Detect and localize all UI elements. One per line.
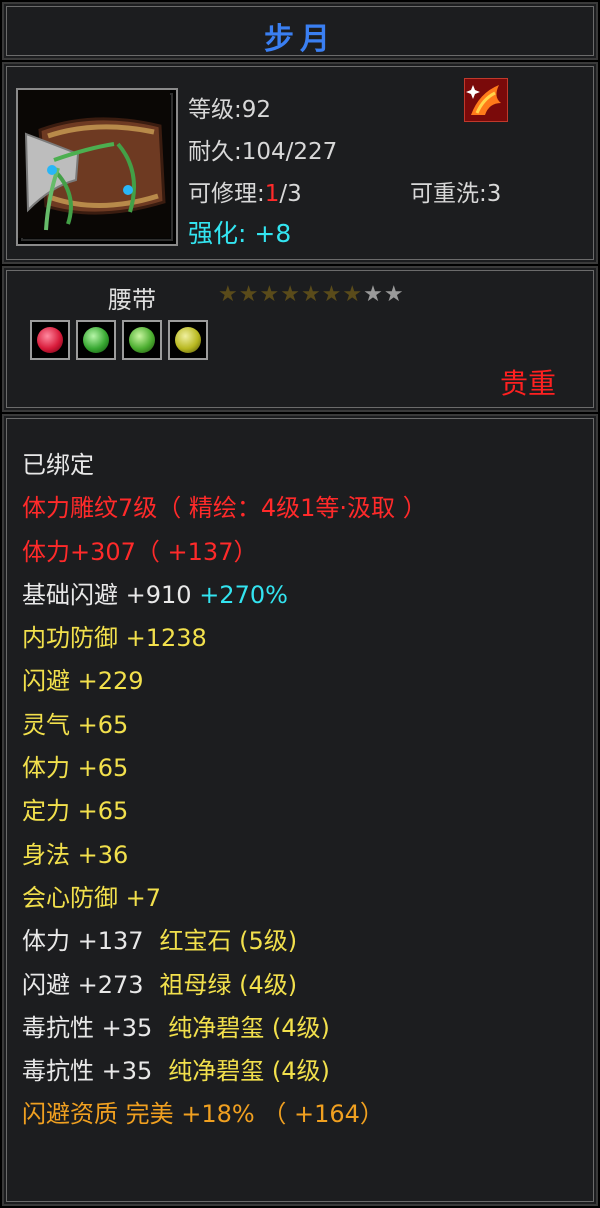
- gem-attribute-line: 毒抗性 +35 纯净碧玺 (4级): [22, 1007, 427, 1050]
- gem-slots: [30, 320, 208, 360]
- repair-label: 可修理: [188, 181, 257, 207]
- green-gem-icon: [83, 327, 109, 353]
- green-gem-icon: [129, 327, 155, 353]
- attribute-line: 定力 +65: [22, 797, 129, 826]
- engraving-line: 体力雕纹7级（ 精绘：4级1等·汲取 ）: [22, 494, 427, 523]
- repair-current: 1: [264, 181, 280, 207]
- attribute-line: 灵气 +65: [22, 710, 129, 739]
- gem-slot[interactable]: [122, 320, 162, 360]
- bound-status: 已绑定: [22, 451, 94, 479]
- gem-slot[interactable]: [76, 320, 116, 360]
- attributes-panel: 已绑定 体力雕纹7级（ 精绘：4级1等·汲取 ） 体力+307（ +137） 基…: [2, 414, 598, 1206]
- level-label: 等级: [188, 97, 234, 123]
- attribute-line: 身法 +36: [22, 840, 129, 869]
- attribute-line: 体力 +65: [22, 754, 129, 783]
- enhance-label: 强化:: [188, 219, 247, 248]
- item-name: 步月: [264, 22, 336, 57]
- base-dodge-line: 基础闪避 +910 +270%: [22, 574, 427, 617]
- gem-attribute-line: 体力 +137 红宝石 (5级): [22, 920, 427, 963]
- star-icon: ★: [280, 282, 301, 307]
- star-icon: ★: [259, 282, 281, 307]
- gem-slot[interactable]: [30, 320, 70, 360]
- title-bar: 步月: [2, 2, 598, 60]
- gem-attribute-value: 毒抗性 +35: [22, 1013, 153, 1042]
- gem-slot[interactable]: [168, 320, 208, 360]
- gem-name: 祖母绿 (4级): [159, 970, 298, 999]
- star-rating: ★★★★★★★★★: [218, 282, 405, 307]
- enhance-value: +8: [254, 219, 292, 248]
- phoenix-badge-icon[interactable]: [464, 78, 508, 122]
- star-icon: ★: [238, 282, 260, 307]
- yellow-gem-icon: [175, 327, 201, 353]
- durability-label: 耐久: [188, 139, 234, 165]
- attribute-line: 闪避 +229: [22, 667, 144, 696]
- item-type-label: 腰带: [108, 286, 156, 314]
- enhance-stat: 强化: +8: [188, 214, 291, 250]
- repair-separator: :: [257, 181, 265, 207]
- item-type-panel: 腰带 ★★★★★★★★★ 贵重: [2, 266, 598, 412]
- rewash-value: :3: [479, 181, 502, 207]
- item-info-panel: 等级:92 耐久:104/227 可修理:1/3 可重洗:3 强化: +8: [2, 62, 598, 264]
- base-dodge-bonus: +270%: [199, 580, 288, 609]
- base-dodge-value: 基础闪避 +910: [22, 580, 192, 609]
- stamina-total-line: 体力+307（ +137）: [22, 537, 258, 566]
- level-stat: 等级:92: [188, 90, 271, 124]
- rewash-stat: 可重洗:3: [410, 174, 501, 208]
- durability-value: :104/227: [234, 139, 338, 165]
- level-value: :92: [234, 97, 272, 123]
- attribute-line: 内功防御 +1238: [22, 624, 207, 653]
- gem-attribute-value: 体力 +137: [22, 927, 144, 956]
- star-empty-icon: ★: [363, 282, 384, 307]
- rarity-label: 贵重: [499, 367, 556, 400]
- gem-attribute-value: 闪避 +273: [22, 970, 144, 999]
- gem-attribute-line: 闪避 +273 祖母绿 (4级): [22, 964, 427, 1007]
- attribute-list: 已绑定 体力雕纹7级（ 精绘：4级1等·汲取 ） 体力+307（ +137） 基…: [22, 444, 427, 1137]
- star-icon: ★: [218, 282, 239, 307]
- star-empty-icon: ★: [383, 282, 405, 307]
- red-gem-icon: [37, 327, 63, 353]
- belt-icon: [16, 88, 178, 246]
- gem-name: 纯净碧玺 (4级): [168, 1057, 330, 1086]
- durability-stat: 耐久:104/227: [188, 132, 337, 166]
- gem-attribute-value: 毒抗性 +35: [22, 1057, 153, 1086]
- repair-stat: 可修理:1/3: [188, 174, 302, 208]
- star-icon: ★: [342, 282, 364, 307]
- repair-total: /3: [279, 181, 302, 207]
- attribute-line: 会心防御 +7: [22, 883, 162, 912]
- gem-attribute-line: 毒抗性 +35 纯净碧玺 (4级): [22, 1050, 427, 1093]
- gem-name: 红宝石 (5级): [159, 927, 298, 956]
- star-icon: ★: [321, 282, 343, 307]
- rewash-label: 可重洗: [410, 181, 479, 207]
- gem-name: 纯净碧玺 (4级): [168, 1013, 330, 1042]
- dodge-aptitude-line: 闪避资质 完美 +18% （ +164）: [22, 1100, 384, 1129]
- star-icon: ★: [300, 282, 322, 307]
